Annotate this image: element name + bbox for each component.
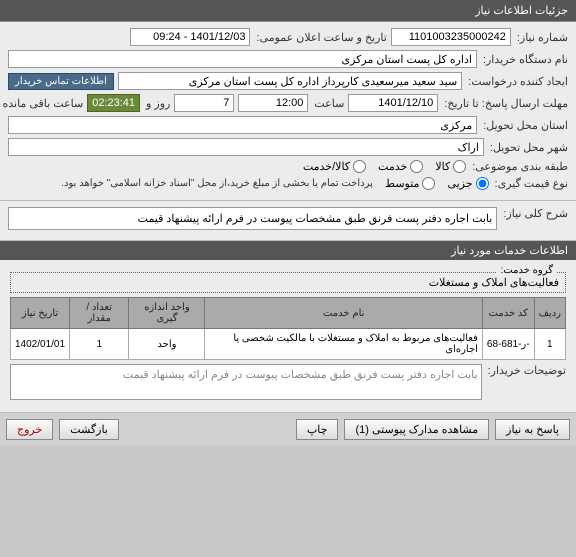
th-unit: واحد اندازه گیری [129, 298, 205, 329]
radio-service[interactable] [410, 160, 423, 173]
exit-button[interactable]: خروج [6, 419, 53, 440]
back-button[interactable]: بازگشت [59, 419, 119, 440]
price-type-label: نوع قیمت گیری: [493, 177, 568, 190]
cell-unit: واحد [129, 329, 205, 360]
price-note: پرداخت تمام یا بخشی از مبلغ خرید،از محل … [59, 178, 373, 189]
deadline-time-input[interactable] [238, 94, 308, 112]
footer-bar: پاسخ به نیاز مشاهده مدارک پیوستی (1) چاپ… [0, 413, 576, 446]
th-row: ردیف [534, 298, 565, 329]
announce-label: تاریخ و ساعت اعلان عمومی: [254, 31, 386, 44]
general-desc-label: شرح کلی نیاز: [501, 207, 568, 220]
general-desc-box: بابت اجاره دفتر پست فرنق طبق مشخصات پیوس… [8, 207, 497, 230]
form-area: شماره نیاز: تاریخ و ساعت اعلان عمومی: نا… [0, 22, 576, 201]
reply-button[interactable]: پاسخ به نیاز [495, 419, 570, 440]
province-label: استان محل تحویل: [481, 119, 568, 132]
creator-label: ایجاد کننده درخواست: [466, 75, 568, 88]
print-button[interactable]: چاپ [296, 419, 339, 440]
group-title-label: گروه خدمت: [496, 265, 557, 276]
attachments-button[interactable]: مشاهده مدارک پیوستی (1) [344, 419, 489, 440]
contact-buyer-button[interactable]: اطلاعات تماس خریدار [8, 73, 114, 90]
city-input[interactable] [8, 138, 484, 156]
cell-qty: 1 [70, 329, 129, 360]
services-section-bar: اطلاعات خدمات مورد نیاز [0, 241, 576, 260]
deadline-label: مهلت ارسال پاسخ: تا تاریخ: [442, 97, 568, 110]
th-qty: تعداد / مقدار [70, 298, 129, 329]
radio-partial[interactable] [476, 177, 489, 190]
radio-partial-label: جزیی [447, 177, 472, 190]
remain-suffix: ساعت باقی مانده [0, 97, 83, 110]
cell-row: 1 [534, 329, 565, 360]
th-date: تاریخ نیاز [11, 298, 70, 329]
radio-medium[interactable] [422, 177, 435, 190]
buyer-notes-textarea[interactable] [10, 364, 482, 400]
cell-name: فعالیت‌های مربوط به املاک و مستغلات با م… [205, 329, 482, 360]
panel-header: جزئیات اطلاعات نیاز [0, 0, 576, 22]
city-label: شهر محل تحویل: [488, 141, 568, 154]
radio-goods[interactable] [453, 160, 466, 173]
radio-medium-label: متوسط [385, 177, 420, 190]
buyer-label: نام دستگاه خریدار: [481, 53, 568, 66]
table-row[interactable]: 1 -ر-681-68 فعالیت‌های مربوط به املاک و … [11, 329, 566, 360]
cell-date: 1402/01/01 [11, 329, 70, 360]
services-area: گروه خدمت: فعالیت‌های املاک و مستغلات رد… [0, 260, 576, 413]
province-input[interactable] [8, 116, 477, 134]
th-code: کد خدمت [482, 298, 534, 329]
radio-goods-label: کالا [435, 160, 450, 173]
radio-service-label: خدمت [378, 160, 407, 173]
time-word-1: ساعت [312, 97, 344, 110]
cell-code: -ر-681-68 [482, 329, 534, 360]
class-label: طبقه بندی موضوعی: [470, 160, 568, 173]
req-no-input[interactable] [391, 28, 511, 46]
service-group-box: گروه خدمت: فعالیت‌های املاک و مستغلات [10, 272, 566, 293]
days-input[interactable] [174, 94, 234, 112]
deadline-date-input[interactable] [348, 94, 438, 112]
th-name: نام خدمت [205, 298, 482, 329]
buyer-notes-label: توضیحات خریدار: [486, 364, 566, 377]
req-no-label: شماره نیاز: [515, 31, 568, 44]
radio-both-label: کالا/خدمت [303, 160, 350, 173]
radio-both[interactable] [353, 160, 366, 173]
day-and-label: روز و [144, 97, 170, 110]
buyer-input[interactable] [8, 50, 477, 68]
panel-title: جزئیات اطلاعات نیاز [475, 5, 568, 17]
group-text: فعالیت‌های املاک و مستغلات [429, 277, 559, 289]
desc-area: شرح کلی نیاز: بابت اجاره دفتر پست فرنق ط… [0, 201, 576, 241]
remain-time-badge: 02:23:41 [87, 94, 140, 112]
services-table: ردیف کد خدمت نام خدمت واحد اندازه گیری ت… [10, 297, 566, 360]
creator-input[interactable] [118, 72, 462, 90]
announce-input[interactable] [130, 28, 250, 46]
